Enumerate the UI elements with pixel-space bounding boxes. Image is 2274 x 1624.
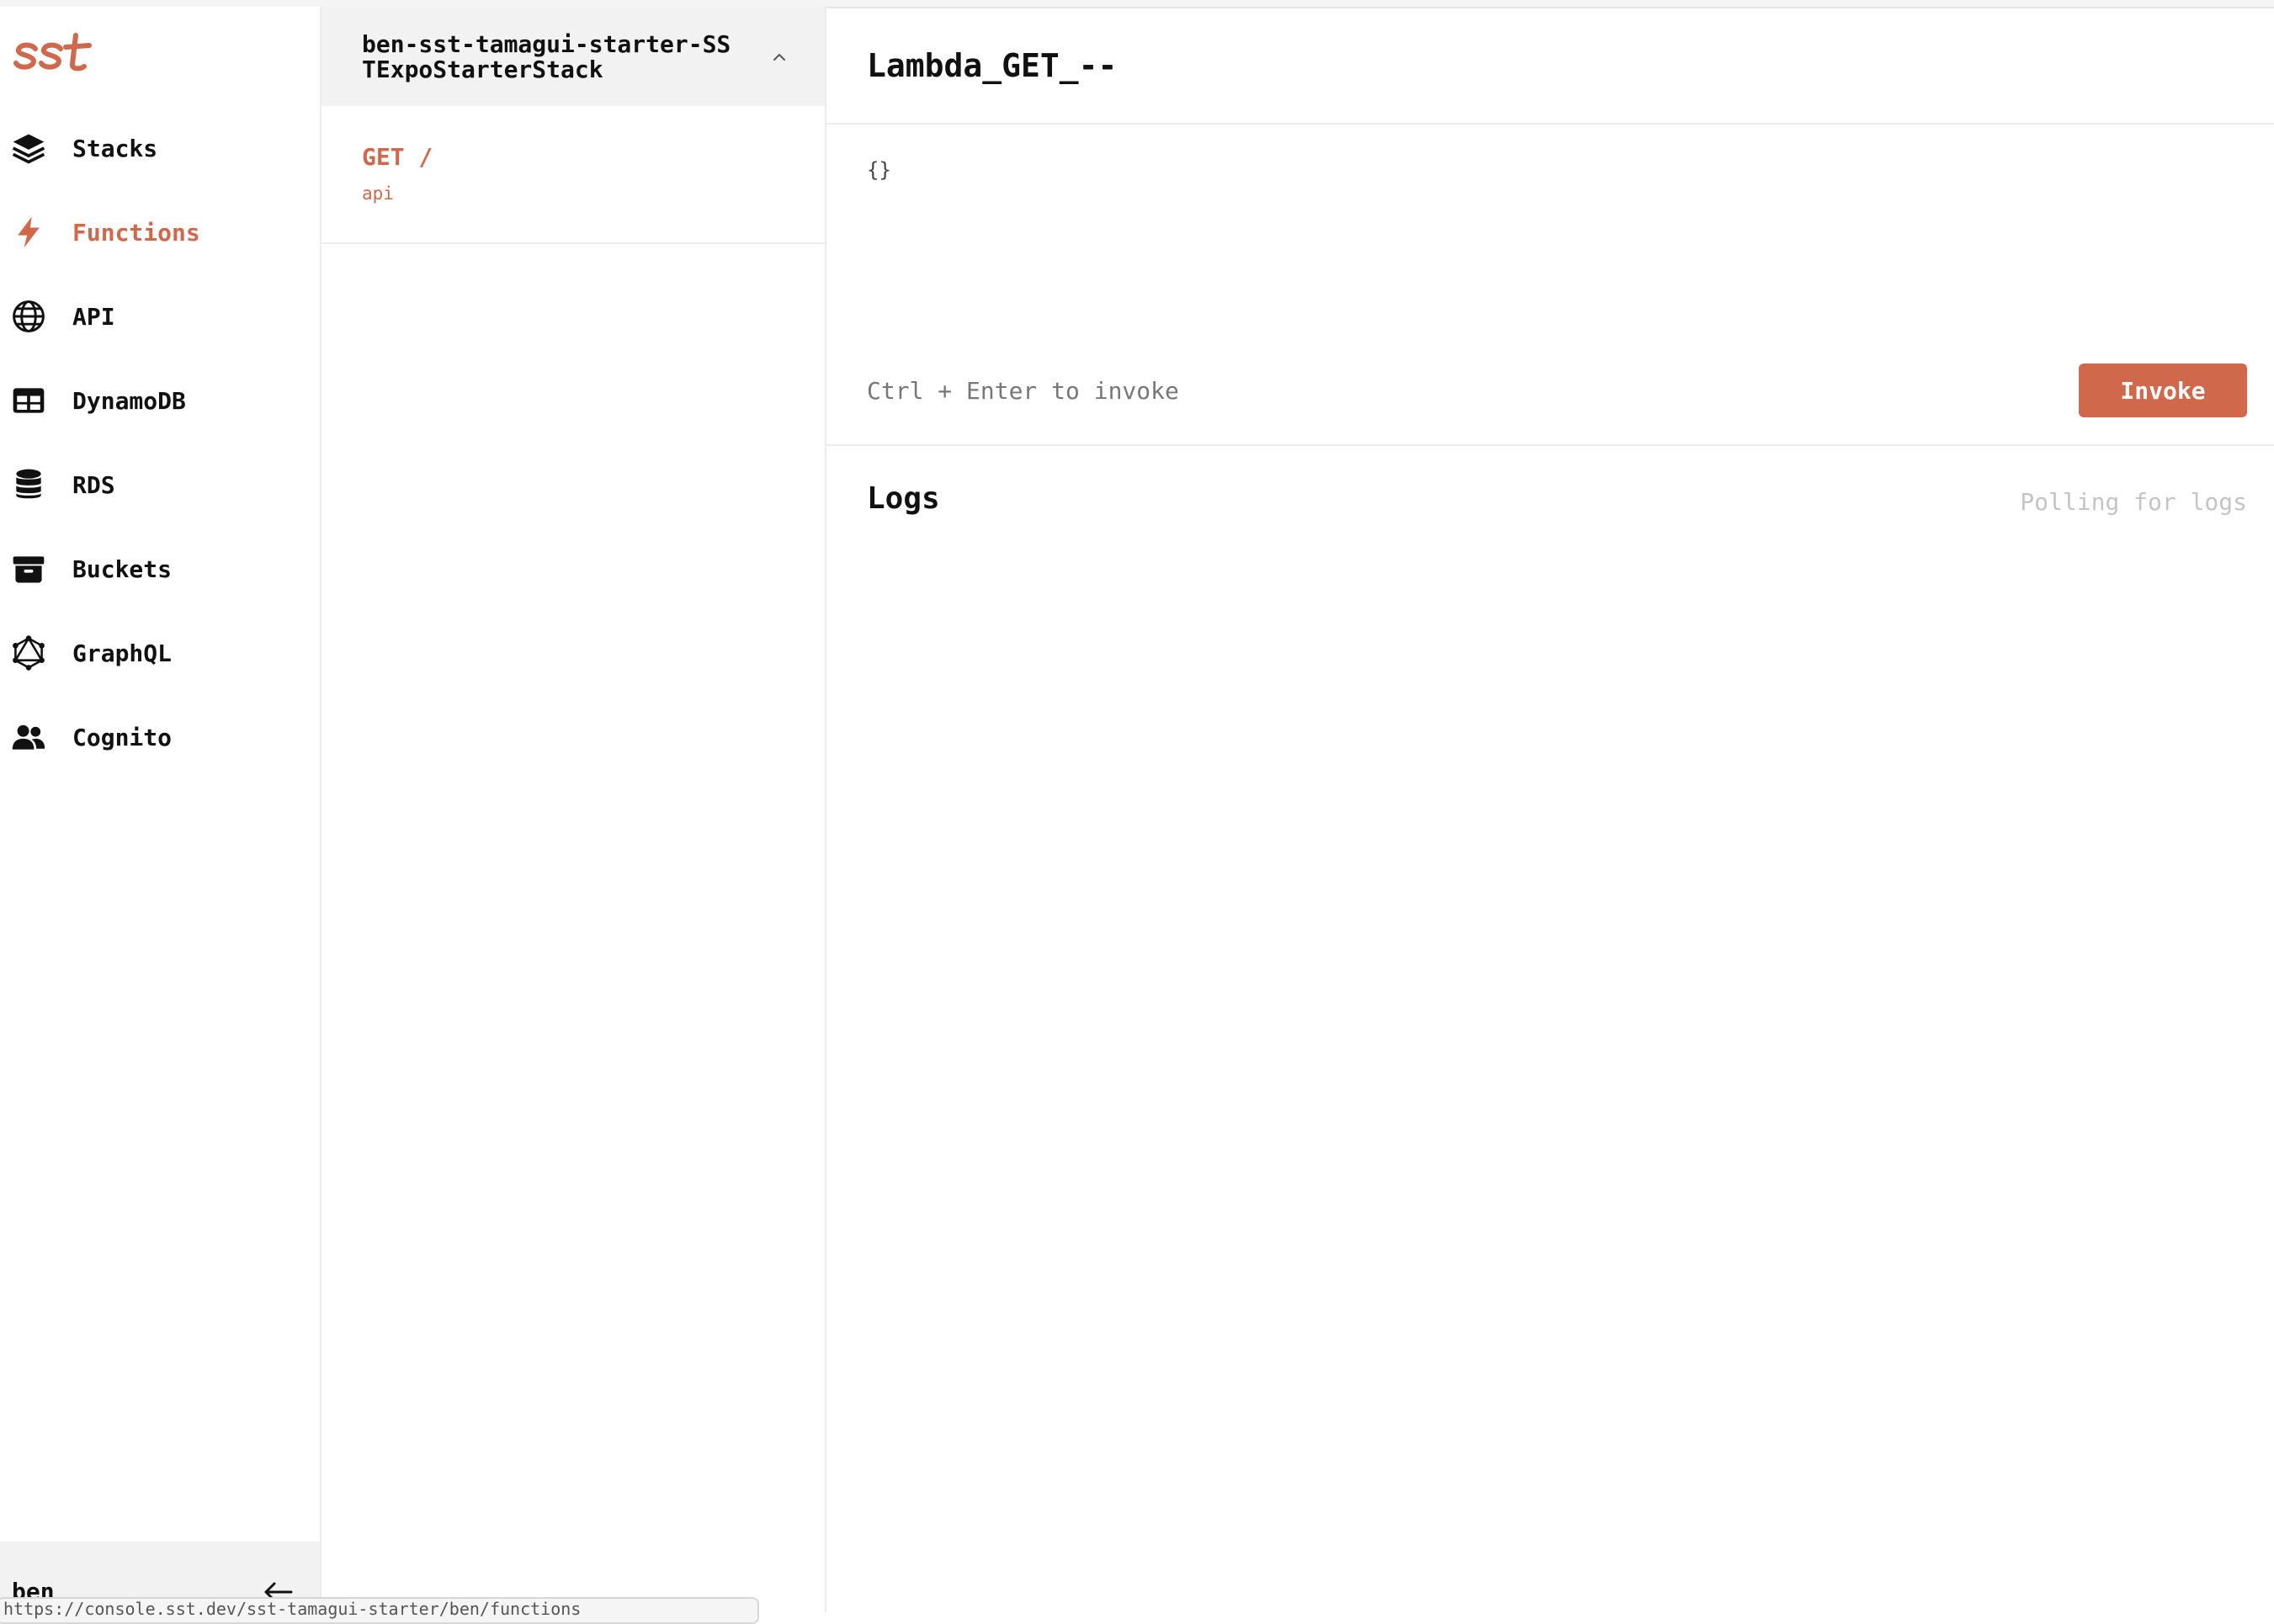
function-detail: Lambda_GET_-- {} Ctrl + Enter to invoke … [826, 7, 2274, 1612]
function-source: api [362, 183, 394, 204]
sidebar-item-label: Buckets [72, 555, 173, 583]
sidebar-item-functions[interactable]: Functions [0, 190, 320, 274]
function-title: Lambda_GET_-- [867, 47, 1118, 84]
invoke-hint: Ctrl + Enter to invoke [867, 377, 1179, 405]
sidebar: Stacks Functions API DynamoDB RDS Bucket… [0, 7, 321, 1612]
stack-header[interactable]: ben-sst-tamagui-starter-SSTExpoStarterSt… [321, 7, 825, 106]
globe-icon [10, 298, 47, 335]
sidebar-item-label: RDS [72, 470, 115, 499]
logs-header: Logs Polling for logs [826, 446, 2274, 522]
sst-logo[interactable] [12, 27, 98, 76]
sidebar-item-stacks[interactable]: Stacks [0, 106, 320, 190]
logs-status: Polling for logs [2020, 488, 2247, 516]
bolt-icon [10, 214, 47, 251]
stack-name: ben-sst-tamagui-starter-SSTExpoStarterSt… [362, 30, 731, 83]
status-bar-url: https://console.sst.dev/sst-tamagui-star… [0, 1597, 759, 1624]
sidebar-nav: Stacks Functions API DynamoDB RDS Bucket… [0, 106, 320, 779]
sidebar-item-label: API [72, 302, 115, 331]
sidebar-item-label: Cognito [72, 723, 173, 751]
layers-icon [10, 130, 47, 167]
sidebar-item-label: Functions [72, 218, 200, 247]
table-icon [10, 382, 47, 419]
sidebar-item-label: GraphQL [72, 639, 173, 667]
database-icon [10, 466, 47, 503]
sidebar-item-dynamodb[interactable]: DynamoDB [0, 358, 320, 443]
function-route: GET / [362, 143, 433, 171]
sidebar-item-cognito[interactable]: Cognito [0, 695, 320, 779]
sidebar-item-buckets[interactable]: Buckets [0, 527, 320, 611]
function-list-panel: ben-sst-tamagui-starter-SSTExpoStarterSt… [321, 7, 826, 1612]
detail-header: Lambda_GET_-- [826, 7, 2274, 125]
invoke-button[interactable]: Invoke [2079, 364, 2247, 417]
archive-icon [10, 550, 47, 587]
logs-title: Logs [867, 481, 940, 516]
users-icon [10, 719, 47, 756]
invoke-editor[interactable]: {} Ctrl + Enter to invoke Invoke [826, 125, 2274, 446]
graphql-icon [10, 634, 47, 671]
sidebar-item-label: Stacks [72, 134, 158, 162]
payload-editor[interactable]: {} [867, 158, 891, 182]
function-list-item[interactable]: GET / api [321, 106, 825, 244]
sidebar-item-graphql[interactable]: GraphQL [0, 611, 320, 695]
chevron-up-icon[interactable] [769, 50, 789, 64]
sidebar-item-rds[interactable]: RDS [0, 443, 320, 527]
sidebar-item-api[interactable]: API [0, 274, 320, 358]
sidebar-item-label: DynamoDB [72, 386, 186, 415]
